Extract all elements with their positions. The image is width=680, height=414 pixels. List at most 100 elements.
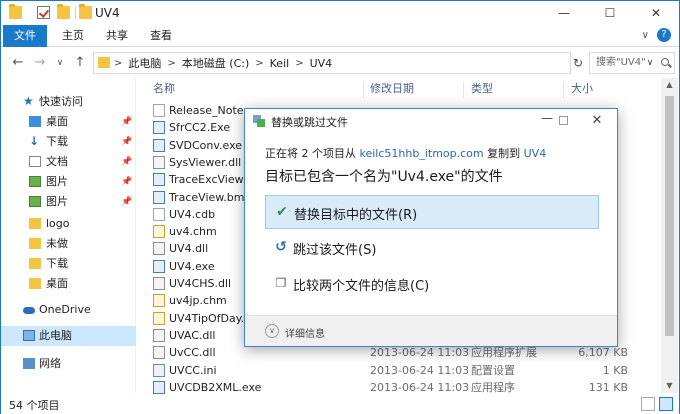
- compare-files-option[interactable]: ❐ 比较两个文件的信息(C): [265, 267, 599, 301]
- column-header-size[interactable]: 大小: [571, 78, 593, 100]
- file-name: UVAC.dll: [169, 328, 216, 342]
- sidebar-item-pictures-2[interactable]: 图片 📌: [1, 192, 136, 212]
- sidebar-item-logo[interactable]: logo: [1, 214, 136, 234]
- file-file-icon: [153, 207, 165, 221]
- maximize-button[interactable]: ☐: [587, 1, 633, 25]
- close-button[interactable]: ✕: [633, 1, 679, 25]
- dialog-title: 替换或跳过文件: [271, 116, 348, 129]
- help-icon[interactable]: ?: [657, 28, 671, 42]
- expand-details-chevron-icon[interactable]: ∨: [265, 324, 279, 338]
- explorer-window: UV4 — ☐ ✕ 文件 主页 共享 查看 ∨ ? ← → ∨ ↑ > 此电脑 …: [0, 0, 680, 414]
- properties-icon[interactable]: [37, 6, 50, 19]
- skip-file-option[interactable]: ↺ 跳过该文件(S): [265, 231, 599, 265]
- pin-icon[interactable]: 📌: [121, 132, 132, 152]
- ribbon-expand-icon[interactable]: ∨: [642, 30, 649, 41]
- more-details-link[interactable]: 详细信息: [285, 325, 325, 340]
- exe-file-icon: [153, 259, 165, 273]
- scroll-down-icon[interactable]: ▼: [661, 379, 678, 393]
- folder-icon: [29, 258, 41, 269]
- large-icons-view-icon[interactable]: [659, 397, 673, 411]
- scroll-thumb[interactable]: [665, 96, 674, 336]
- file-name: SysViewer.dll: [169, 155, 242, 169]
- file-name: TraceView.bmp: [169, 190, 252, 204]
- file-file-icon: [153, 104, 165, 117]
- title-bar: UV4 — ☐ ✕: [1, 1, 679, 25]
- tab-file[interactable]: 文件: [3, 25, 47, 47]
- copy-files-icon: [253, 115, 265, 127]
- scroll-up-icon[interactable]: ▲: [661, 78, 678, 92]
- table-row[interactable]: UVCC.ini 2013-06-24 11:03 配置设置 1 KB: [141, 362, 661, 379]
- navigation-pane: ★ 快速访问 桌面 📌 ↓ 下载 📌 文档 📌 图片 📌 图片 📌 logo 未…: [1, 78, 136, 393]
- pin-icon[interactable]: 📌: [121, 172, 132, 192]
- sidebar-item-downloads[interactable]: ↓ 下载 📌: [1, 132, 136, 152]
- file-name: SfrCC2.Exe: [169, 121, 231, 135]
- sidebar-item-network[interactable]: 网络: [1, 354, 136, 374]
- up-arrow-icon[interactable]: ↑: [73, 55, 87, 71]
- search-icon[interactable]: [661, 58, 669, 66]
- tab-share[interactable]: 共享: [101, 25, 133, 47]
- sidebar-item-this-pc[interactable]: 此电脑: [1, 326, 136, 346]
- conflict-message: 目标已包含一个名为"Uv4.exe"的文件: [265, 169, 503, 185]
- picture-icon: [29, 196, 41, 207]
- sidebar-item-documents[interactable]: 文档 📌: [1, 152, 136, 172]
- tab-home[interactable]: 主页: [57, 25, 89, 47]
- sidebar-item-desktop-folder[interactable]: 桌面: [1, 274, 136, 294]
- minimize-button[interactable]: —: [541, 1, 587, 25]
- download-arrow-icon: ↓: [29, 134, 40, 148]
- dialog-footer: ∨ 详细信息: [245, 315, 617, 346]
- column-header-name[interactable]: 名称: [153, 78, 175, 100]
- pin-icon[interactable]: 📌: [121, 112, 132, 132]
- file-name: uv4.chm: [169, 225, 217, 239]
- sidebar-item-pictures[interactable]: 图片 📌: [1, 172, 136, 192]
- destination-folder-link[interactable]: UV4: [524, 147, 547, 160]
- sidebar-item-undone[interactable]: 未做: [1, 234, 136, 254]
- folder-icon: [29, 218, 41, 229]
- breadcrumb-uv4[interactable]: UV4: [310, 57, 333, 70]
- chm-file-icon: [153, 225, 165, 239]
- copy-progress-text: 正在将 2 个项目从 keilc51hhb_itmop.com 复制到 UV4: [265, 147, 547, 160]
- file-name: SVDConv.exe: [169, 138, 243, 152]
- tab-view[interactable]: 查看: [145, 25, 177, 47]
- refresh-icon[interactable]: ↻: [573, 56, 583, 70]
- star-icon: ★: [23, 94, 34, 108]
- sidebar-item-onedrive[interactable]: OneDrive: [1, 300, 136, 320]
- forward-arrow-icon[interactable]: →: [33, 55, 47, 71]
- exe-file-icon: [153, 380, 165, 394]
- details-view-icon[interactable]: [641, 397, 655, 411]
- folder-icon: [98, 57, 110, 68]
- sidebar-item-desktop[interactable]: 桌面 📌: [1, 112, 136, 132]
- replace-file-option[interactable]: ✔ 替换目标中的文件(R): [265, 195, 599, 229]
- source-folder-link[interactable]: keilc51hhb_itmop.com: [360, 147, 484, 160]
- dll-file-icon: [153, 155, 165, 169]
- breadcrumb-this-pc[interactable]: 此电脑: [128, 55, 161, 71]
- pin-icon[interactable]: 📌: [121, 192, 132, 212]
- address-bar[interactable]: > 此电脑 > 本地磁盘 (C:) > Keil > UV4 ∨: [93, 52, 653, 74]
- desktop-icon: [29, 116, 41, 127]
- document-icon: [29, 156, 41, 167]
- recent-locations-chevron-icon[interactable]: ∨: [53, 55, 67, 71]
- file-name: UV4.exe: [169, 259, 215, 273]
- new-folder-icon[interactable]: [57, 4, 70, 19]
- file-name: UV4.cdb: [169, 207, 216, 221]
- breadcrumb-keil[interactable]: Keil: [270, 57, 290, 70]
- dialog-close-button[interactable]: ✕: [577, 109, 617, 133]
- dll-file-icon: [153, 277, 165, 290]
- sidebar-item-downloads-folder[interactable]: 下载: [1, 254, 136, 274]
- back-arrow-icon[interactable]: ←: [11, 55, 25, 71]
- vertical-scrollbar[interactable]: ▲ ▼: [661, 78, 678, 393]
- exe-file-icon: [153, 121, 165, 135]
- exe-file-icon: [153, 173, 165, 187]
- breadcrumb-local-disk[interactable]: 本地磁盘 (C:): [182, 55, 249, 71]
- address-toolbar: ← → ∨ ↑ > 此电脑 > 本地磁盘 (C:) > Keil > UV4 ∨…: [1, 48, 679, 78]
- column-header-date[interactable]: 修改日期: [370, 78, 414, 100]
- file-name: UV4CHS.dll: [169, 277, 232, 290]
- chm-file-icon: [153, 294, 165, 308]
- column-header-type[interactable]: 类型: [471, 78, 493, 100]
- pin-icon[interactable]: 📌: [121, 152, 132, 172]
- window-folder-icon: [79, 4, 92, 19]
- sidebar-item-quick-access[interactable]: ★ 快速访问: [1, 92, 136, 112]
- network-icon: [23, 358, 35, 369]
- file-name: UV4.dll: [169, 242, 209, 256]
- skip-icon: ↺: [275, 239, 287, 255]
- file-name: UvCC.dll: [169, 346, 216, 360]
